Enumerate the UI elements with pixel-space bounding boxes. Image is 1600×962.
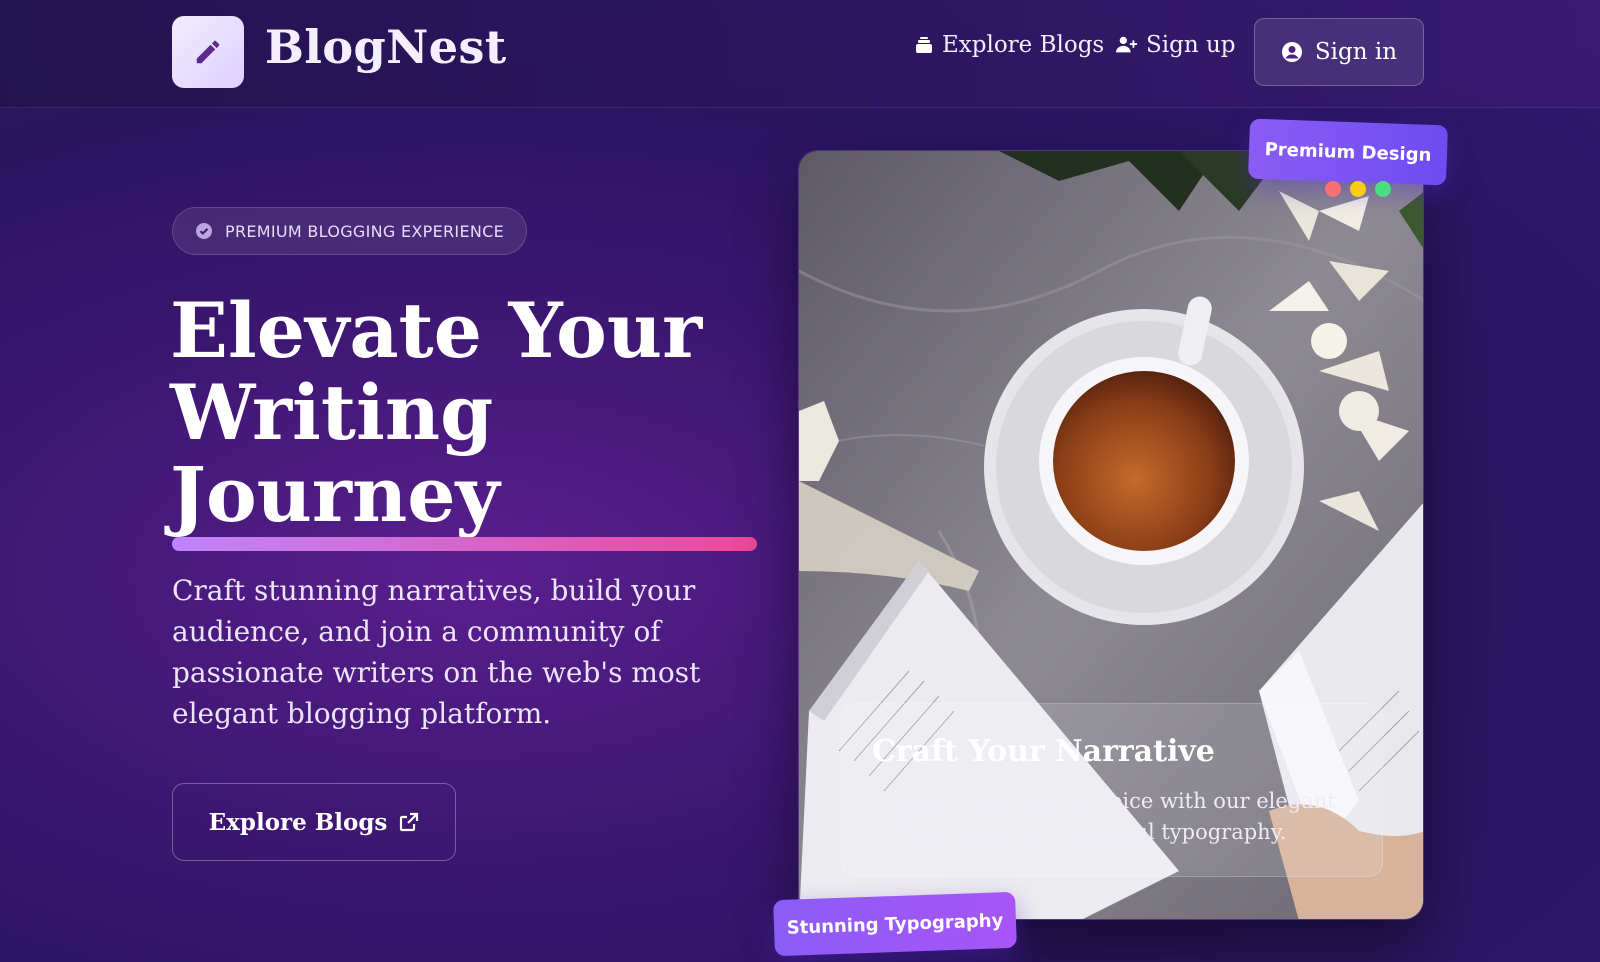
- user-plus-icon: [1116, 36, 1138, 53]
- nav-explore-label: Explore Blogs: [942, 32, 1105, 58]
- hero-description: Craft stunning narratives, build your au…: [172, 574, 701, 730]
- brand-name[interactable]: BlogNest: [265, 20, 507, 74]
- premium-badge: PREMIUM BLOGGING EXPERIENCE: [172, 207, 527, 255]
- pencil-icon: [196, 40, 220, 64]
- green-dot-icon: [1375, 181, 1391, 197]
- sign-in-button[interactable]: Sign in: [1254, 18, 1424, 86]
- external-link-icon: [400, 812, 419, 832]
- premium-design-tag: Premium Design: [1248, 118, 1448, 186]
- layers-icon: [916, 37, 932, 53]
- card-description: Express your unique voice with our elega…: [872, 789, 1336, 844]
- title-underline: [172, 537, 757, 551]
- hero-title-line-2: Writing: [170, 368, 494, 457]
- explore-button-label: Explore Blogs: [208, 808, 388, 836]
- hero-title: Elevate Your Writing Journey: [170, 290, 790, 536]
- stunning-typography-tag: Stunning Typography: [773, 891, 1017, 957]
- hero-title-line-1: Elevate Your: [170, 286, 703, 375]
- explore-blogs-button[interactable]: Explore Blogs: [172, 783, 456, 861]
- nav-explore-blogs[interactable]: Explore Blogs: [914, 32, 1104, 58]
- red-dot-icon: [1325, 181, 1341, 197]
- nav-sign-up[interactable]: Sign up: [1116, 32, 1236, 58]
- card-caption-panel: Craft Your Narrative Express your unique…: [841, 703, 1383, 877]
- user-circle-icon: [1281, 42, 1302, 62]
- sign-in-label: Sign in: [1314, 39, 1398, 65]
- check-badge-icon: [196, 223, 212, 239]
- logo-badge[interactable]: [172, 16, 244, 88]
- nav-signup-label: Sign up: [1146, 32, 1236, 58]
- hero-image-card: Craft Your Narrative Express your unique…: [798, 150, 1424, 920]
- badge-label: PREMIUM BLOGGING EXPERIENCE: [225, 221, 505, 241]
- card-title: Craft Your Narrative: [872, 734, 1215, 769]
- window-dots: [1325, 181, 1391, 197]
- top-navbar: BlogNest Explore Blogs Sign up Sign in: [0, 0, 1600, 108]
- yellow-dot-icon: [1350, 181, 1366, 197]
- hero-title-line-3: Journey: [170, 450, 500, 539]
